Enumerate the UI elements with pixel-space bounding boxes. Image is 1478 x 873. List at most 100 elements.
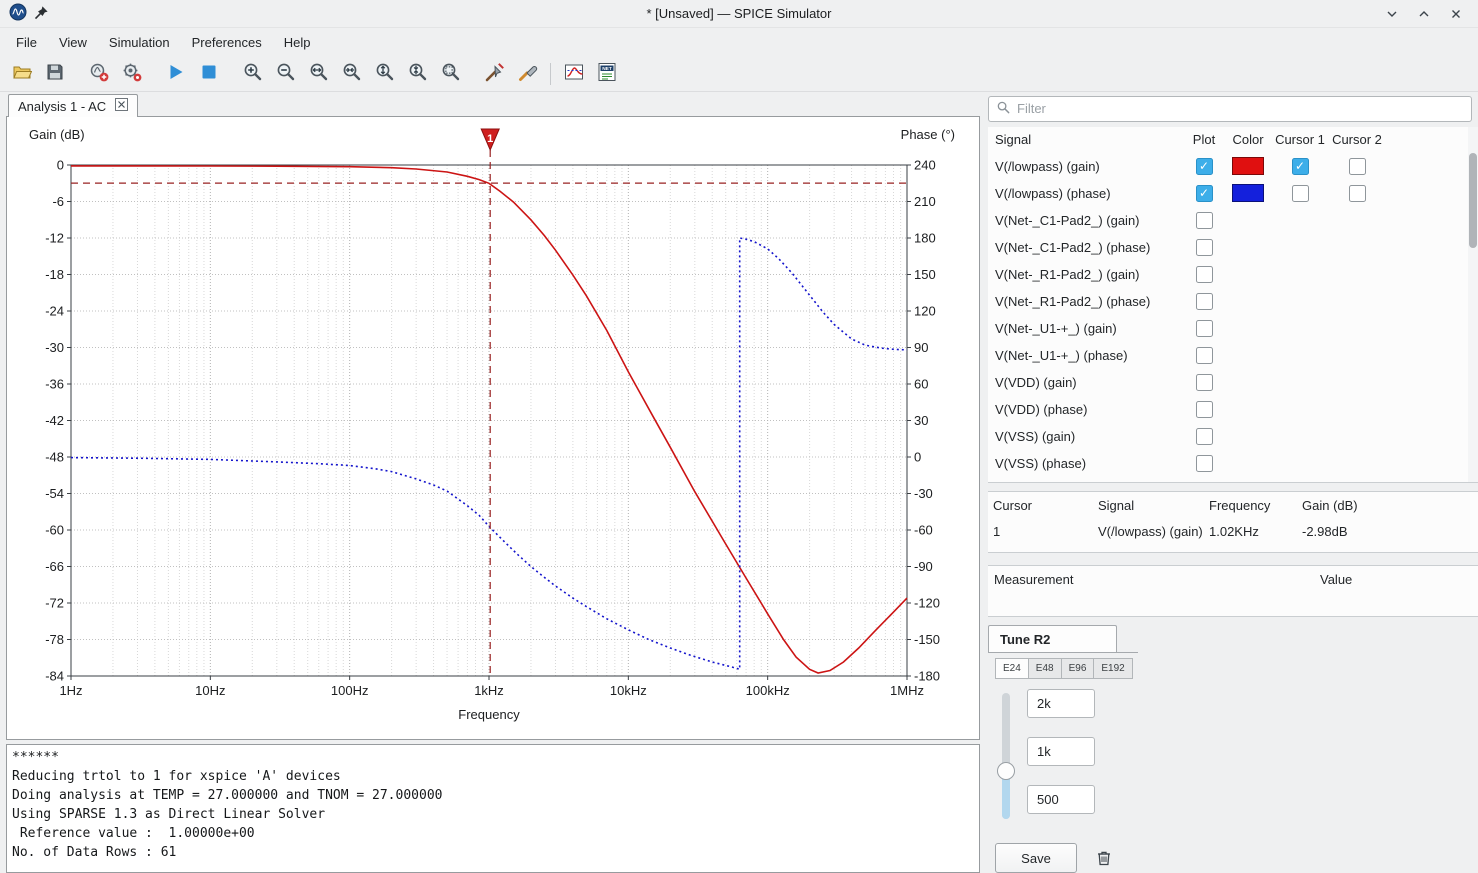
svg-text:Gain (dB): Gain (dB): [29, 127, 85, 142]
svg-text:-30: -30: [914, 486, 933, 501]
signal-row[interactable]: V(Net-_R1-Pad2_) (gain): [988, 261, 1478, 288]
plot-checkbox[interactable]: [1196, 320, 1213, 337]
filter-box[interactable]: [988, 96, 1472, 122]
signal-row[interactable]: V(Net-_C1-Pad2_) (phase): [988, 234, 1478, 261]
signal-label: V(VSS) (gain): [988, 429, 1184, 444]
pin-icon[interactable]: [34, 5, 49, 23]
menu-preferences[interactable]: Preferences: [182, 31, 272, 54]
signal-label: V(Net-_U1-+_) (phase): [988, 348, 1184, 363]
eseries-tab-e24[interactable]: E24: [995, 658, 1029, 679]
zoom-to-fit-button[interactable]: [435, 59, 466, 89]
plot-checkbox[interactable]: [1196, 266, 1213, 283]
tab-analysis-1-ac[interactable]: Analysis 1 - AC: [8, 94, 138, 117]
zoom-vertical-out-icon: [407, 61, 429, 86]
color-swatch[interactable]: [1232, 157, 1264, 175]
shade-button[interactable]: [1384, 6, 1400, 22]
signals-scrollbar[interactable]: [1468, 127, 1478, 483]
toolbar: NET: [0, 56, 1478, 92]
plot-checkbox[interactable]: [1196, 212, 1213, 229]
signal-label: V(Net-_C1-Pad2_) (phase): [988, 240, 1184, 255]
filter-input[interactable]: [1017, 101, 1464, 116]
plot-checkbox[interactable]: ✓: [1196, 158, 1213, 175]
signal-row[interactable]: V(VDD) (gain): [988, 369, 1478, 396]
cursors-body: 1V(/lowpass) (gain)1.02KHz-2.98dB: [988, 518, 1478, 544]
plot-checkbox[interactable]: ✓: [1196, 185, 1213, 202]
bode-plot[interactable]: 0240-6210-12180-18150-24120-3090-3660-42…: [7, 117, 979, 739]
signal-label: V(Net-_R1-Pad2_) (gain): [988, 267, 1184, 282]
plot-icon: [563, 61, 585, 86]
signal-row[interactable]: V(VDD) (phase): [988, 396, 1478, 423]
tune-max-input[interactable]: [1027, 689, 1095, 718]
eseries-tab-e48[interactable]: E48: [1029, 658, 1062, 679]
svg-text:-36: -36: [45, 377, 64, 392]
color-swatch[interactable]: [1232, 184, 1264, 202]
tune-slider[interactable]: [997, 693, 1015, 819]
add-signals-button[interactable]: [558, 59, 589, 89]
plot-checkbox[interactable]: [1196, 428, 1213, 445]
zoom-in-vertically-button[interactable]: [369, 59, 400, 89]
menu-file[interactable]: File: [6, 31, 47, 54]
save-button[interactable]: Save: [995, 843, 1077, 873]
plot-checkbox[interactable]: [1196, 347, 1213, 364]
plot-checkbox[interactable]: [1196, 401, 1213, 418]
signal-row[interactable]: V(/lowpass) (phase)✓: [988, 180, 1478, 207]
show-netlist-button[interactable]: NET: [591, 59, 622, 89]
zoom-out-vertically-button[interactable]: [402, 59, 433, 89]
tab-close-icon[interactable]: [115, 98, 128, 114]
signal-row[interactable]: V(Net-_U1-+_) (phase): [988, 342, 1478, 369]
close-button[interactable]: [1448, 6, 1464, 22]
save-workbook-button[interactable]: [39, 59, 70, 89]
maximize-button[interactable]: [1416, 6, 1432, 22]
cursor1-checkbox[interactable]: [1292, 185, 1309, 202]
menu-view[interactable]: View: [49, 31, 97, 54]
signal-row[interactable]: V(VSS) (gain): [988, 423, 1478, 450]
toolbar-separator: [550, 63, 551, 85]
simulation-settings-button[interactable]: [116, 59, 147, 89]
simulation-command-button[interactable]: [83, 59, 114, 89]
tune-component-button[interactable]: [512, 59, 543, 89]
signal-row[interactable]: V(Net-_U1-+_) (gain): [988, 315, 1478, 342]
plot-checkbox[interactable]: [1196, 482, 1213, 484]
cursor1-checkbox[interactable]: ✓: [1292, 158, 1309, 175]
stop-simulation-button[interactable]: [193, 59, 224, 89]
voltage-probe-button[interactable]: [479, 59, 510, 89]
plot-checkbox[interactable]: [1196, 293, 1213, 310]
plot-checkbox[interactable]: [1196, 455, 1213, 472]
cursor2-checkbox[interactable]: [1349, 185, 1366, 202]
menu-simulation[interactable]: Simulation: [99, 31, 180, 54]
plot-checkbox[interactable]: [1196, 239, 1213, 256]
tune-value-input[interactable]: [1027, 737, 1095, 766]
cursor2-checkbox[interactable]: [1349, 158, 1366, 175]
scrollbar-thumb[interactable]: [1469, 153, 1477, 248]
signal-row[interactable]: V(Net-_C1-Pad2_) (gain): [988, 207, 1478, 234]
signal-row[interactable]: V(VSS) (phase): [988, 450, 1478, 477]
eseries-tab-e192[interactable]: E192: [1094, 658, 1132, 679]
cursor-gain: -2.98dB: [1297, 524, 1478, 539]
plot-checkbox[interactable]: [1196, 374, 1213, 391]
column-plot: Plot: [1184, 132, 1224, 147]
zoom-in-button[interactable]: [237, 59, 268, 89]
menu-help[interactable]: Help: [274, 31, 321, 54]
svg-text:-30: -30: [45, 340, 64, 355]
column-frequency: Frequency: [1204, 498, 1297, 513]
svg-text:-120: -120: [914, 596, 940, 611]
run-simulation-button[interactable]: [160, 59, 191, 89]
zoom-out-button[interactable]: [270, 59, 301, 89]
column-cursor-2: Cursor 2: [1328, 132, 1386, 147]
tab-tune-r2[interactable]: Tune R2: [988, 625, 1117, 652]
trash-icon[interactable]: [1090, 844, 1118, 872]
zoom-out-horizontally-button[interactable]: [336, 59, 367, 89]
probe-icon: [484, 61, 506, 86]
plot-panel[interactable]: 0240-6210-12180-18150-24120-3090-3660-42…: [6, 116, 980, 740]
signal-row[interactable]: I(C1) (gain): [988, 477, 1478, 484]
signal-row[interactable]: V(Net-_R1-Pad2_) (phase): [988, 288, 1478, 315]
eseries-tab-e96[interactable]: E96: [1062, 658, 1095, 679]
signal-row[interactable]: V(/lowpass) (gain)✓✓: [988, 153, 1478, 180]
slider-knob[interactable]: [997, 762, 1015, 780]
zoom-in-horizontally-button[interactable]: [303, 59, 334, 89]
open-workbook-button[interactable]: [6, 59, 37, 89]
tune-min-input[interactable]: [1027, 785, 1095, 814]
cursor-row[interactable]: 1V(/lowpass) (gain)1.02KHz-2.98dB: [988, 518, 1478, 544]
zoom-horizontal-out-icon: [341, 61, 363, 86]
folder-open-icon: [12, 62, 32, 85]
